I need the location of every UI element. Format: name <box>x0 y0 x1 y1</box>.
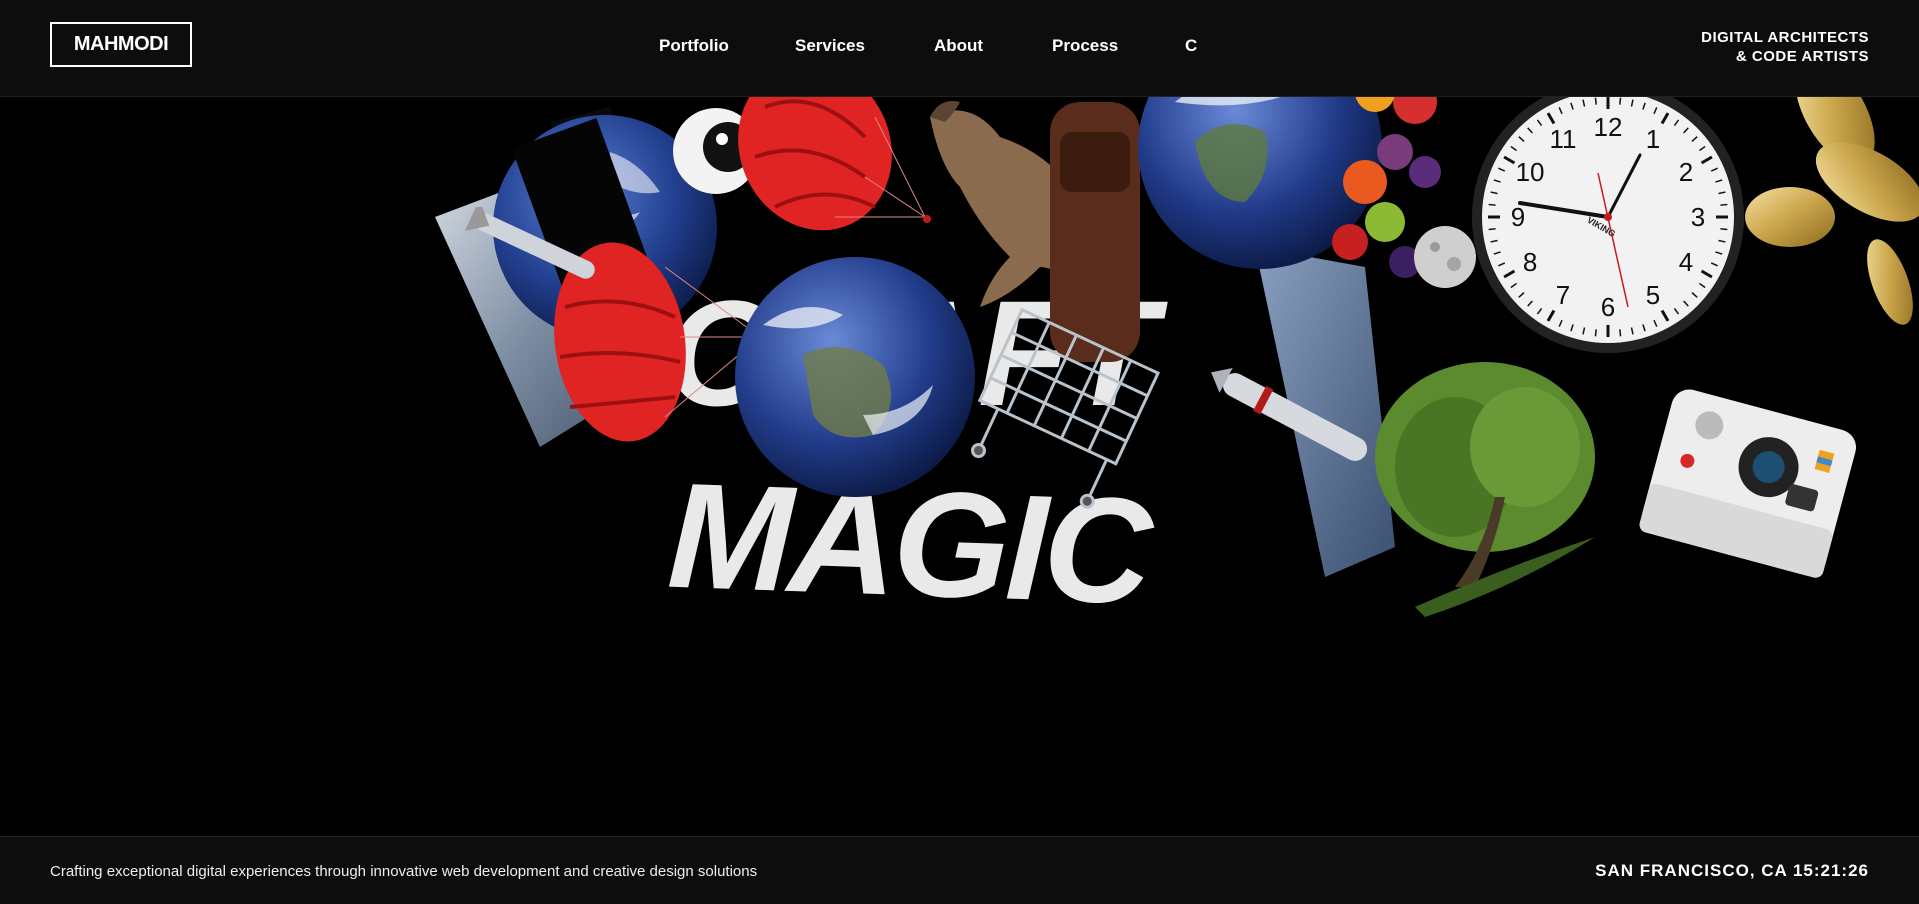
wall-clock: 12 1234567891011 VIKING <box>1472 97 1744 353</box>
clock-number: 10 <box>1516 157 1545 187</box>
clock-tick <box>1594 97 1597 105</box>
nav-link-process[interactable]: Process <box>1052 36 1118 56</box>
footer-bar: Crafting exceptional digital experiences… <box>0 836 1919 904</box>
clock-number: 4 <box>1679 247 1693 277</box>
clock-number: 2 <box>1679 157 1693 187</box>
nav-link-services[interactable]: Services <box>795 36 865 56</box>
clock-tick <box>1720 203 1728 206</box>
footer-location: SAN FRANCISCO, CA <box>1595 861 1788 880</box>
clock-number: 8 <box>1523 247 1537 277</box>
clock-tick <box>1594 329 1597 337</box>
clock-number: 11 <box>1550 124 1577 154</box>
hero-stage: CRAFT MAGIC <box>0 97 1919 836</box>
balloon-dog <box>1745 97 1919 325</box>
footer-description: Crafting exceptional digital experiences… <box>50 863 758 880</box>
rocket-left <box>464 207 595 279</box>
clock-tick <box>1488 228 1496 231</box>
footer-location-time: SAN FRANCISCO, CA 15:21:26 <box>1595 861 1869 881</box>
nav-link-about[interactable]: About <box>934 36 983 56</box>
clock-number: 5 <box>1646 280 1660 310</box>
clock-number: 9 <box>1511 202 1525 232</box>
clock-tick <box>1488 203 1496 206</box>
instant-camera <box>1639 389 1857 578</box>
top-navigation-bar: MAHMODI Portfolio Services About Process… <box>0 0 1919 97</box>
shopping-cart <box>971 307 1161 509</box>
clock-number: 12 <box>1594 112 1623 142</box>
footer-time: 15:21:26 <box>1792 861 1869 880</box>
tagline-line-1: DIGITAL ARCHITECTS <box>1701 29 1869 46</box>
clock-number: 1 <box>1646 124 1660 154</box>
willow-tree <box>1375 362 1595 617</box>
clock-tick <box>1720 228 1728 231</box>
nav-link-contact[interactable]: C <box>1185 36 1197 56</box>
clock-tick <box>1619 329 1622 337</box>
clock-number: 3 <box>1691 202 1705 232</box>
tagline: DIGITAL ARCHITECTS & CODE ARTISTS <box>1701 28 1869 66</box>
clock-number: 6 <box>1601 292 1615 322</box>
clock-tick <box>1619 97 1622 105</box>
clock-number: 7 <box>1556 280 1570 310</box>
nav-link-portfolio[interactable]: Portfolio <box>659 36 729 56</box>
tagline-line-2: & CODE ARTISTS <box>1735 48 1869 65</box>
logo-button[interactable]: MAHMODI <box>50 22 192 67</box>
